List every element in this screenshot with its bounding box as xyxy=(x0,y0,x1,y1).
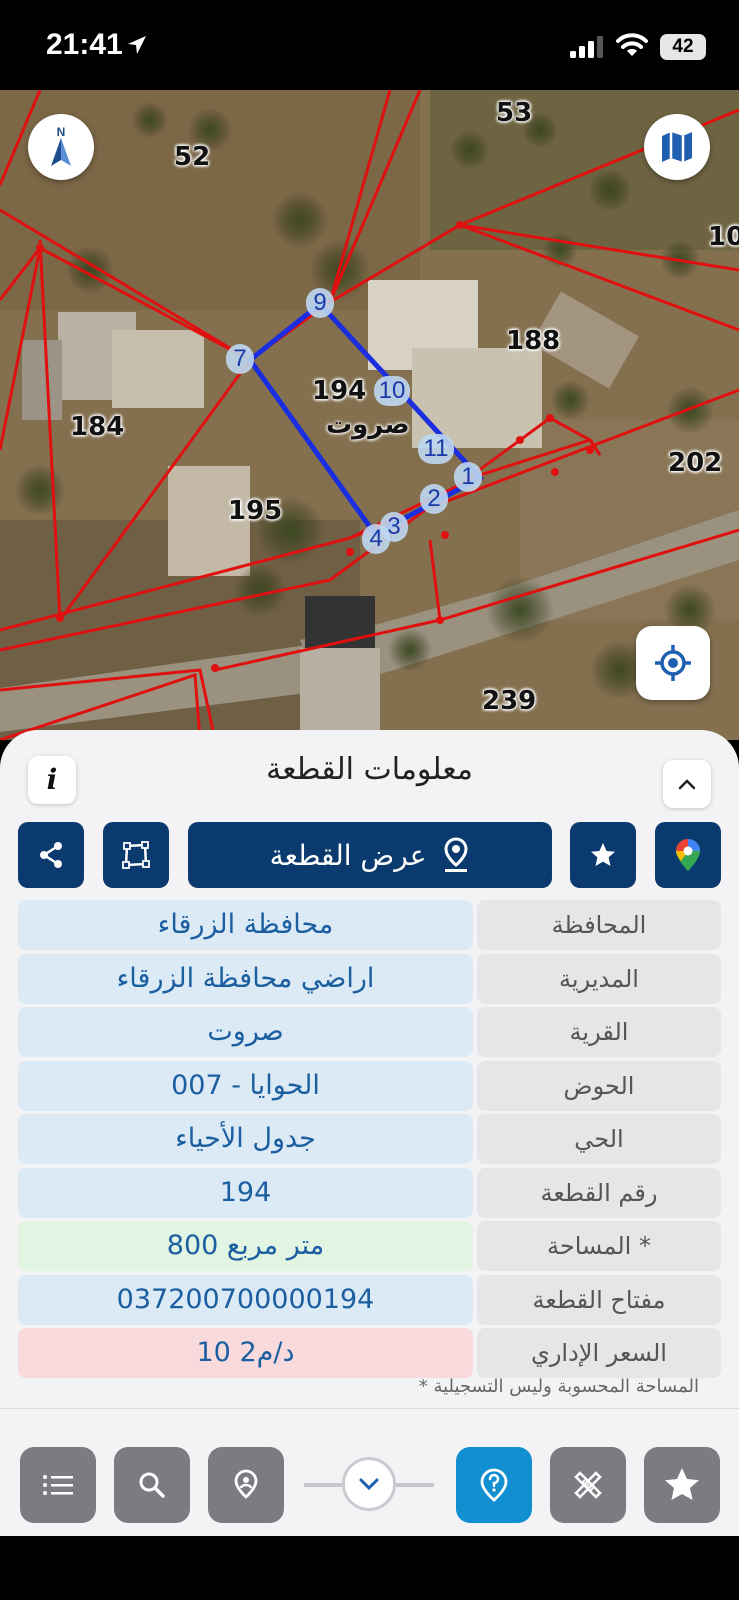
list-button[interactable] xyxy=(20,1447,96,1523)
area-footnote: * المساحة المحسوبة وليس التسجيلية xyxy=(418,1376,699,1397)
my-location-button[interactable] xyxy=(636,626,710,700)
compass-button[interactable]: N xyxy=(28,114,94,180)
parcel-label-10: 10 xyxy=(708,222,739,252)
show-parcel-label: عرض القطعة xyxy=(269,838,427,872)
governorate-value: محافظة الزرقاء xyxy=(18,900,473,950)
parcel-number-key: رقم القطعة xyxy=(477,1167,721,1218)
wifi-icon xyxy=(616,33,648,56)
collapse-button[interactable] xyxy=(663,760,711,808)
vertex-11[interactable]: 11 xyxy=(418,434,454,464)
favorites-button[interactable] xyxy=(644,1447,720,1523)
parcel-label-239: 239 xyxy=(482,686,537,716)
location-pin-button[interactable] xyxy=(208,1447,284,1523)
chevron-down-icon xyxy=(359,1478,379,1491)
share-icon xyxy=(40,842,62,868)
parcel-label-195: 195 xyxy=(228,496,283,526)
basin-value: الحوايا - 007 xyxy=(18,1060,473,1111)
parcel-label-52: 52 xyxy=(174,142,211,172)
status-bar: 21:41 42 xyxy=(0,0,739,90)
panel-slider-knob[interactable] xyxy=(342,1457,396,1511)
village-value: صروت xyxy=(18,1007,473,1057)
map-icon xyxy=(662,132,692,162)
vertex-1[interactable]: 1 xyxy=(454,462,482,492)
bottom-toolbar xyxy=(0,1408,739,1536)
google-maps-icon xyxy=(676,839,700,871)
ruler-tools-icon xyxy=(574,1471,602,1499)
status-time: 21:41 xyxy=(46,28,123,61)
basin-key: الحوض xyxy=(477,1060,721,1111)
crosshair-icon xyxy=(655,645,691,681)
parcel-label-184: 184 xyxy=(70,412,125,442)
polygon-icon xyxy=(122,841,150,869)
show-parcel-button[interactable]: عرض القطعة xyxy=(188,822,552,888)
neighborhood-key: الحي xyxy=(477,1114,721,1164)
vertex-9[interactable]: 9 xyxy=(306,288,334,318)
chevron-up-icon xyxy=(678,779,696,790)
map-view[interactable]: 52 53 10 188 184 194 195 202 239 صروت 9 … xyxy=(0,90,739,740)
row-area: 800 متر مربع المساحة * xyxy=(18,1221,721,1275)
list-icon xyxy=(43,1475,73,1495)
share-button[interactable] xyxy=(18,822,84,888)
panel-title: معلومات القطعة xyxy=(266,752,473,787)
location-pin-icon xyxy=(234,1469,258,1499)
area-key: المساحة * xyxy=(477,1221,721,1271)
vertex-7[interactable]: 7 xyxy=(226,344,254,374)
parcel-key-key: مفتاح القطعة xyxy=(477,1274,721,1325)
area-value: 800 متر مربع xyxy=(18,1221,473,1271)
search-button[interactable] xyxy=(114,1447,190,1523)
parcel-label-188: 188 xyxy=(506,326,561,356)
map-layers-button[interactable] xyxy=(644,114,710,180)
location-arrow-icon xyxy=(128,36,146,54)
compass-north-icon: N xyxy=(51,125,71,166)
vertex-10[interactable]: 10 xyxy=(374,376,410,406)
village-label: صروت xyxy=(326,410,410,440)
star-icon xyxy=(591,843,615,866)
google-maps-button[interactable] xyxy=(655,822,721,888)
row-admin-price: 10 د/م2 السعر الإداري xyxy=(18,1328,721,1382)
row-neighborhood: جدول الأحياء الحي xyxy=(18,1114,721,1168)
parcel-info-table: محافظة الزرقاء المحافظة اراضي محافظة الز… xyxy=(18,900,721,1382)
help-pin-icon xyxy=(480,1468,508,1502)
row-governorate: محافظة الزرقاء المحافظة xyxy=(18,900,721,954)
governorate-key: المحافظة xyxy=(477,900,721,950)
vertex-4[interactable]: 4 xyxy=(362,524,390,554)
directorate-value: اراضي محافظة الزرقاء xyxy=(18,953,473,1004)
star-icon xyxy=(665,1468,699,1500)
row-basin: الحوايا - 007 الحوض xyxy=(18,1060,721,1115)
row-parcel-number: 194 رقم القطعة xyxy=(18,1167,721,1222)
row-parcel-key: 037200700000194 مفتاح القطعة xyxy=(18,1274,721,1329)
draw-polygon-button[interactable] xyxy=(103,822,169,888)
neighborhood-value: جدول الأحياء xyxy=(18,1114,473,1164)
svg-text:N: N xyxy=(57,125,66,139)
row-directorate: اراضي محافظة الزرقاء المديرية xyxy=(18,953,721,1008)
parcel-label-202: 202 xyxy=(668,448,723,478)
admin-price-key: السعر الإداري xyxy=(477,1328,721,1378)
village-key: القرية xyxy=(477,1007,721,1057)
search-icon xyxy=(139,1472,165,1498)
parcel-number-value: 194 xyxy=(18,1167,473,1218)
row-village: صروت القرية xyxy=(18,1007,721,1061)
help-pin-button[interactable] xyxy=(456,1447,532,1523)
parcel-key-value: 037200700000194 xyxy=(18,1274,473,1325)
location-pin-icon xyxy=(444,837,468,872)
measure-tools-button[interactable] xyxy=(550,1447,626,1523)
directorate-key: المديرية xyxy=(477,953,721,1004)
parcel-info-panel: i معلومات القطعة عرض القطعة محافظة الزرق… xyxy=(0,730,739,1410)
parcel-label-194: 194 xyxy=(312,376,367,406)
vertex-2[interactable]: 2 xyxy=(420,484,448,514)
parcel-label-53: 53 xyxy=(496,98,533,128)
home-indicator-area xyxy=(0,1536,739,1600)
favorite-button[interactable] xyxy=(570,822,636,888)
battery-indicator: 42 xyxy=(660,34,706,60)
admin-price-value: 10 د/م2 xyxy=(18,1328,473,1378)
signal-icon xyxy=(570,36,603,58)
